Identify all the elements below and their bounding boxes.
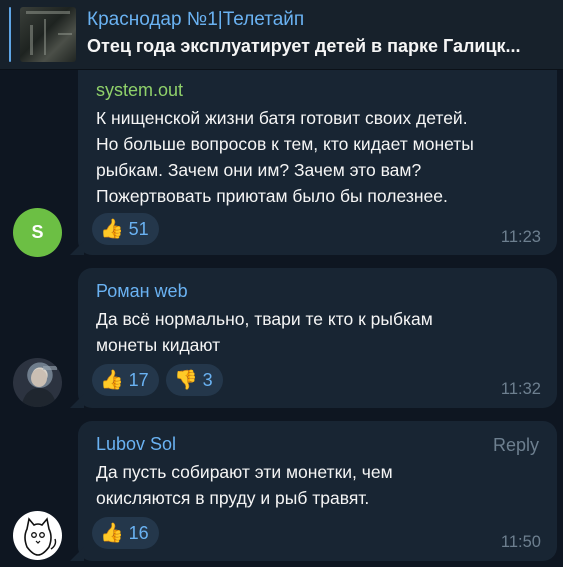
reaction-count: 3 bbox=[202, 369, 213, 390]
thumbs-up-icon: 👍 bbox=[100, 369, 124, 391]
reply-button[interactable]: Reply bbox=[493, 435, 539, 456]
reaction-dislike[interactable]: 👎 3 bbox=[166, 364, 223, 396]
message-author[interactable]: system.out bbox=[96, 80, 183, 101]
cat-drawing-icon bbox=[24, 517, 57, 556]
reaction-count: 51 bbox=[128, 218, 149, 239]
pinned-channel-title: Краснодар №1|Телетайп bbox=[87, 9, 305, 30]
avatar-letter: S bbox=[31, 222, 44, 242]
message-bubble[interactable]: Lubov Sol Reply Да пусть собирают эти мо… bbox=[70, 421, 557, 561]
pinned-accent-bar bbox=[9, 7, 11, 62]
message-time: 11:32 bbox=[500, 380, 541, 398]
message-text: К нищенской жизни батя готовит своих дет… bbox=[96, 105, 543, 209]
avatar[interactable] bbox=[13, 358, 62, 407]
message-author[interactable]: Роман web bbox=[96, 281, 188, 302]
thumbs-down-icon: 👎 bbox=[174, 369, 198, 391]
thumbs-up-icon: 👍 bbox=[100, 218, 124, 240]
bubble-tail bbox=[70, 394, 84, 408]
message-text-line: Но больше вопросов к тем, кто кидает мон… bbox=[96, 134, 474, 154]
thumbs-up-icon: 👍 bbox=[100, 522, 124, 544]
message-text-line: окисляются в пруду и рыб травят. bbox=[96, 488, 370, 508]
message-time: 11:50 bbox=[500, 533, 541, 551]
message-bubble[interactable]: Роман web Да всё нормально, твари те кто… bbox=[70, 268, 557, 408]
message-text: Да всё нормально, твари те кто к рыбкам … bbox=[96, 306, 543, 358]
avatar[interactable]: S bbox=[13, 208, 62, 257]
reaction-like[interactable]: 👍 16 bbox=[92, 517, 159, 549]
reaction-count: 16 bbox=[128, 522, 149, 543]
message-author[interactable]: Lubov Sol bbox=[96, 434, 176, 455]
message-bubble[interactable]: system.out К нищенской жизни батя готови… bbox=[70, 70, 557, 255]
reaction-count: 17 bbox=[128, 369, 149, 390]
pinned-message-bar[interactable]: Краснодар №1|Телетайп Отец года эксплуат… bbox=[0, 0, 563, 70]
message-time: 11:23 bbox=[500, 228, 541, 246]
avatar[interactable] bbox=[13, 511, 62, 560]
message-text-line: Пожертвовать приютам было бы полезнее. bbox=[96, 186, 448, 206]
user-photo-icon bbox=[21, 366, 57, 407]
message-text-line: Да всё нормально, твари те кто к рыбкам bbox=[96, 309, 433, 329]
reaction-like[interactable]: 👍 17 bbox=[92, 364, 159, 396]
message-text: Да пусть собирают эти монетки, чем окисл… bbox=[96, 459, 543, 511]
message-text-line: рыбкам. Зачем они им? Зачем это вам? bbox=[96, 160, 422, 180]
pinned-thumbnail bbox=[20, 7, 76, 62]
reaction-like[interactable]: 👍 51 bbox=[92, 213, 159, 245]
bubble-tail bbox=[70, 547, 84, 561]
message-text-line: монеты кидают bbox=[96, 335, 221, 355]
bubble-tail bbox=[70, 241, 84, 255]
message-text-line: Да пусть собирают эти монетки, чем bbox=[96, 462, 393, 482]
pinned-post-text: Отец года эксплуатирует детей в парке Га… bbox=[87, 36, 521, 56]
message-text-line: К нищенской жизни батя готовит своих дет… bbox=[96, 108, 468, 128]
